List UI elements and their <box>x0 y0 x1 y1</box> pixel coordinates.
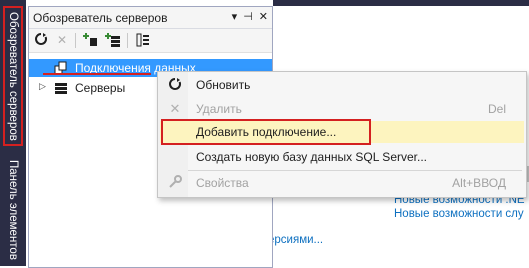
tab-server-explorer-label: Обозреватель серверов <box>7 11 19 141</box>
menu-item-label: Свойства <box>196 176 249 190</box>
wrench-icon <box>167 175 183 191</box>
stop-icon[interactable]: ✕ <box>54 32 70 48</box>
menu-item-refresh[interactable]: Обновить <box>160 74 524 96</box>
tab-toolbox-label: Панель элементов <box>7 160 19 260</box>
start-link-versions[interactable]: ерсиями... <box>268 234 323 246</box>
refresh-icon[interactable] <box>33 32 49 48</box>
panel-header-controls: ▾ ⊣ ✕ <box>232 10 268 23</box>
close-icon[interactable]: ✕ <box>259 10 268 23</box>
menu-item-shortcut: Alt+ВВОД <box>452 176 506 190</box>
context-menu: Обновить ✕ Удалить Del Добавить подключе… <box>157 71 527 198</box>
panel-toolbar: ✕ <box>29 29 272 53</box>
menu-item-properties[interactable]: Свойства Alt+ВВОД <box>160 172 524 194</box>
menu-separator <box>188 170 522 171</box>
menu-item-label: Удалить <box>196 102 242 116</box>
vertical-tab-strip: Обозреватель серверов Панель элементов <box>0 0 26 266</box>
connect-to-database-icon[interactable] <box>83 32 99 48</box>
refresh-icon <box>167 77 183 93</box>
tab-toolbox[interactable]: Панель элементов <box>3 158 23 262</box>
menu-item-create-sql-database[interactable]: Создать новую базу данных SQL Server... <box>160 146 524 168</box>
dropdown-icon[interactable]: ▾ <box>232 10 238 23</box>
panel-header: Обозреватель серверов ▾ ⊣ ✕ <box>29 7 272 29</box>
expand-arrow-icon[interactable]: ▷ <box>39 81 46 92</box>
properties-icon[interactable] <box>135 32 151 48</box>
delete-icon: ✕ <box>169 101 181 116</box>
annotation-highlight-box <box>161 119 371 145</box>
toolbar-separator <box>75 33 76 48</box>
connect-to-server-icon[interactable] <box>105 32 121 48</box>
editor-top-bar <box>273 0 529 6</box>
panel-title: Обозреватель серверов <box>33 11 168 25</box>
servers-icon <box>54 81 67 94</box>
menu-item-label: Создать новую базу данных SQL Server... <box>196 150 427 164</box>
menu-item-delete[interactable]: ✕ Удалить Del <box>160 98 524 120</box>
menu-item-shortcut: Del <box>487 102 506 116</box>
toolbar-separator <box>127 33 128 48</box>
tab-server-explorer[interactable]: Обозреватель серверов <box>3 6 23 146</box>
menu-item-label: Обновить <box>196 78 251 92</box>
tree-node-label: Серверы <box>75 81 126 95</box>
start-link-2[interactable]: Новые возможности слу <box>394 207 525 221</box>
pin-icon[interactable]: ⊣ <box>243 10 253 23</box>
annotation-underline <box>43 73 151 75</box>
